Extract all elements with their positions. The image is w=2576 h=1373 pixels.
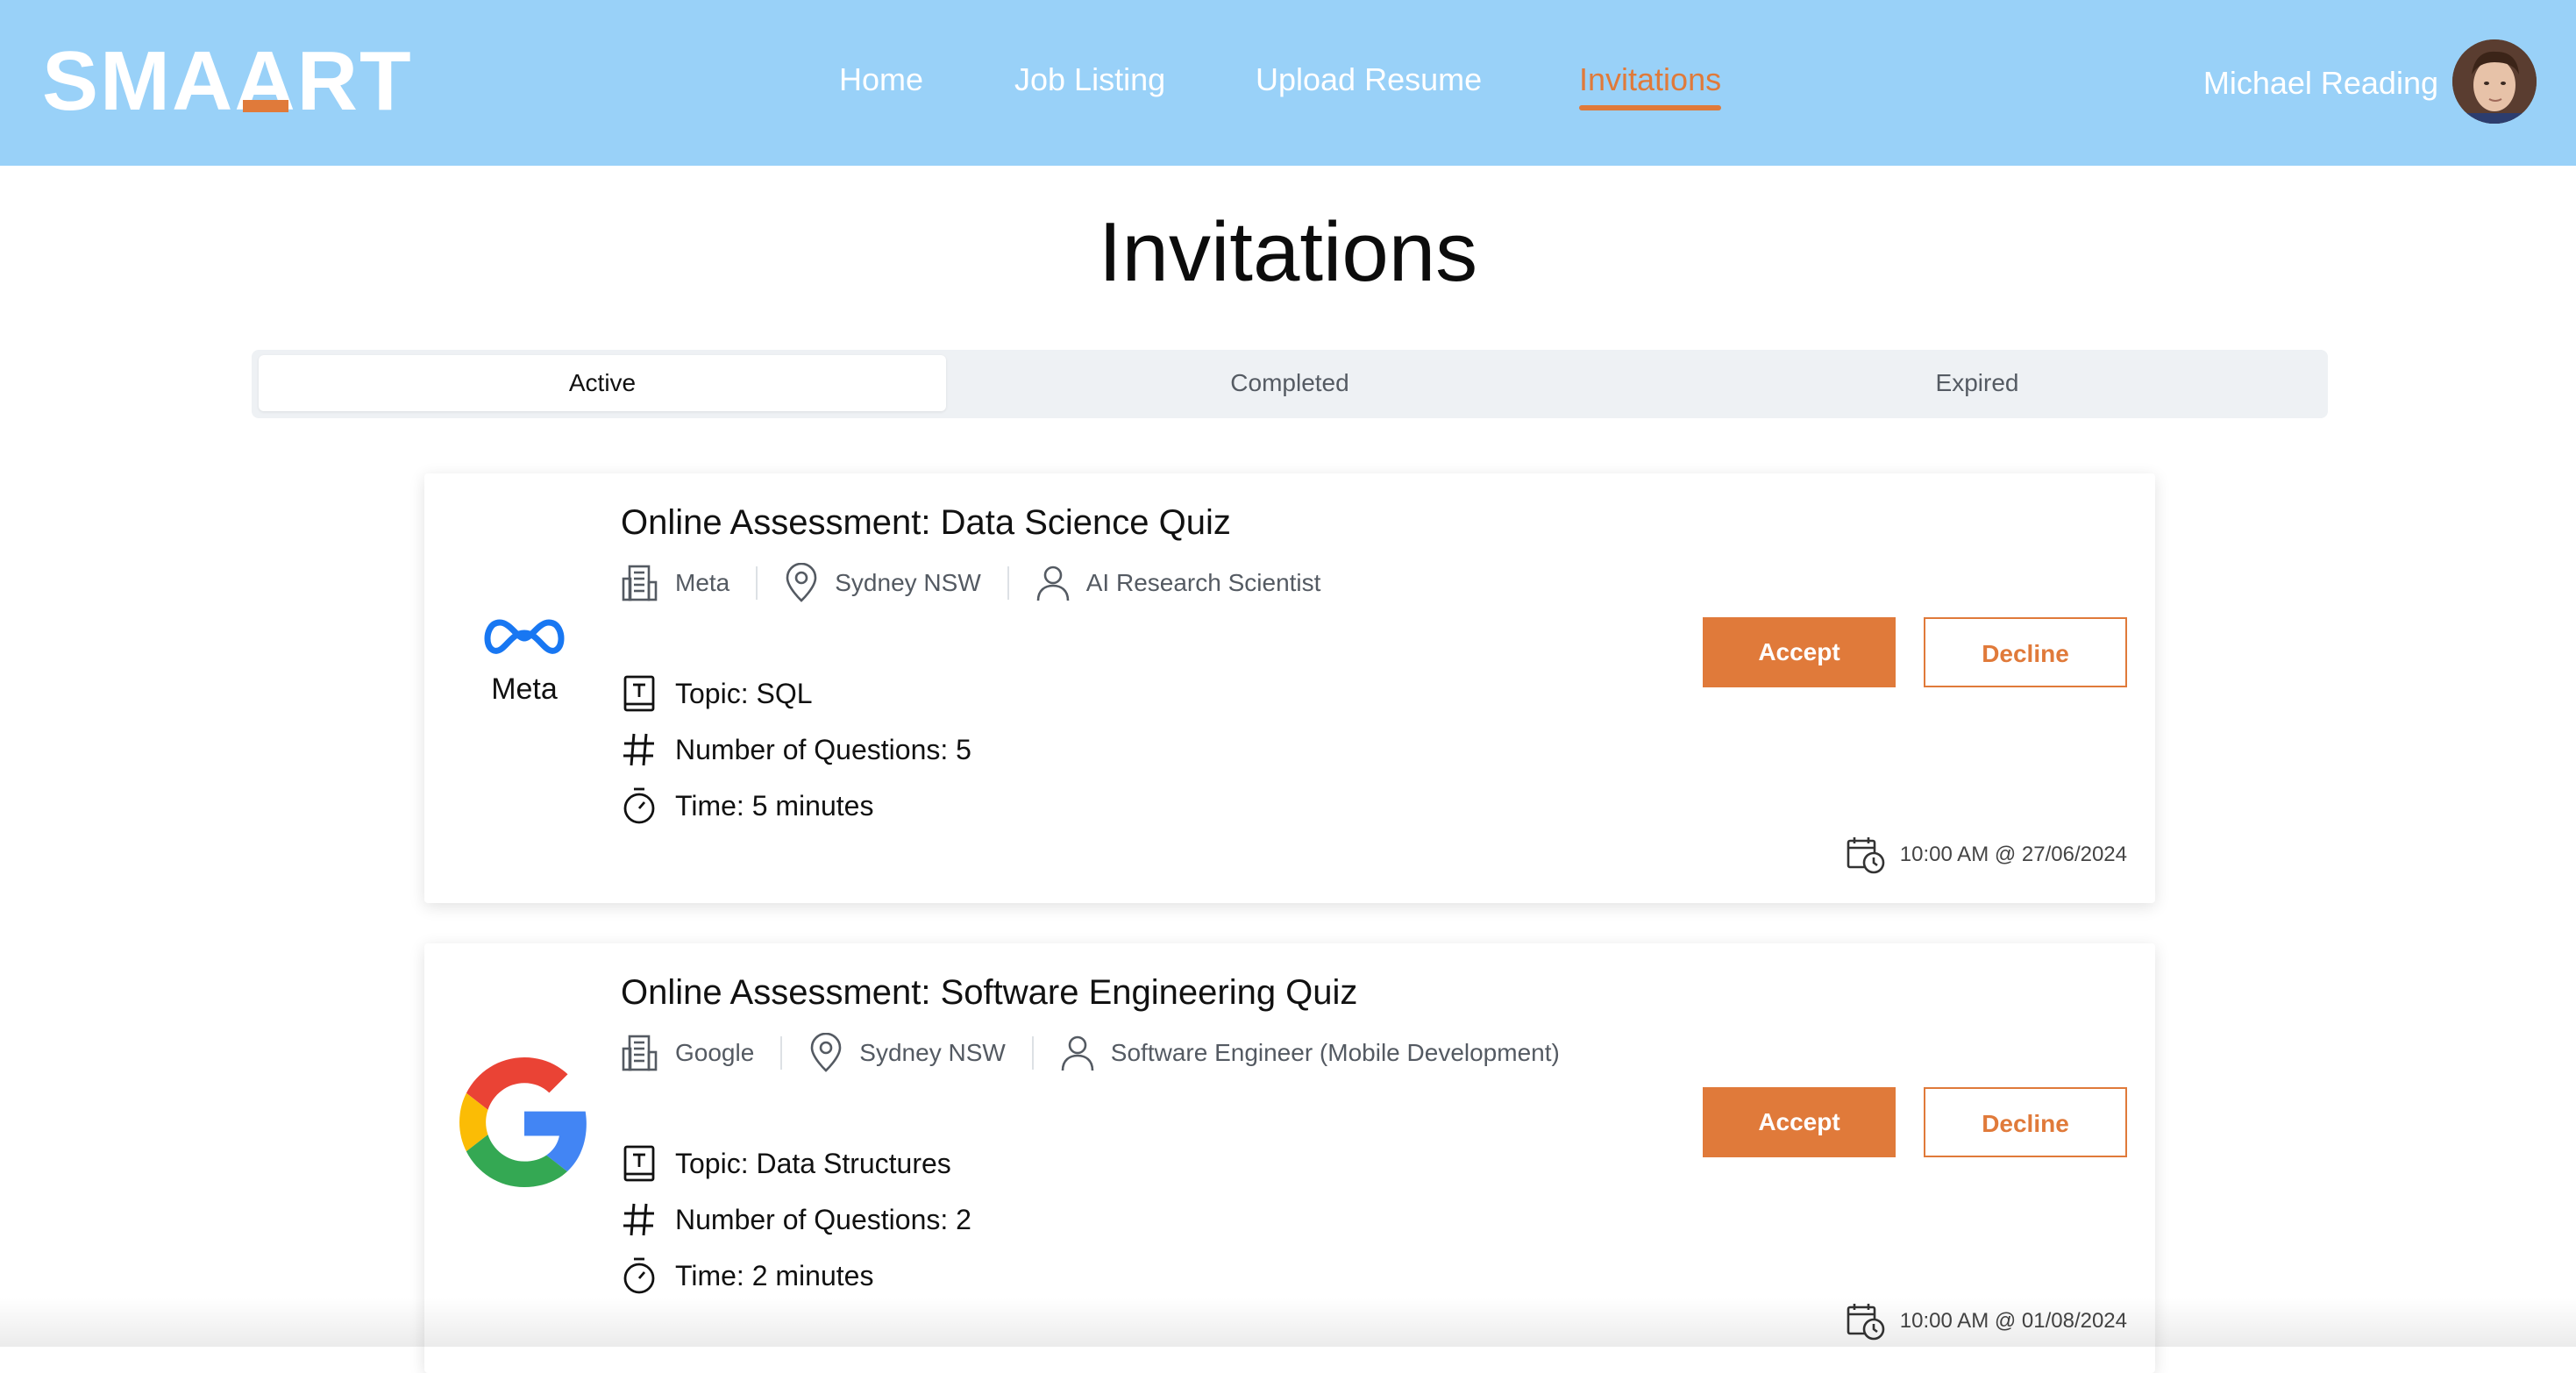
role-text: Software Engineer (Mobile Development) xyxy=(1110,1039,1560,1066)
decline-button[interactable]: Decline xyxy=(1924,617,2127,687)
nav-home[interactable]: Home xyxy=(839,58,923,102)
meta-logo: Meta xyxy=(482,614,566,707)
calendar-clock-icon xyxy=(1847,1304,1885,1341)
questions-detail: Number of Questions: 2 xyxy=(621,1198,971,1241)
person-icon xyxy=(1036,566,1070,601)
divider xyxy=(780,1036,783,1070)
person-icon xyxy=(1061,1035,1094,1071)
tab-active[interactable]: Active xyxy=(259,355,946,411)
role-text: AI Research Scientist xyxy=(1085,569,1321,596)
time-text: Time: 5 minutes xyxy=(675,789,874,822)
user-avatar[interactable] xyxy=(2452,39,2537,124)
stopwatch-icon xyxy=(623,1257,655,1294)
company-meta: Meta xyxy=(621,563,729,603)
accept-button[interactable]: Accept xyxy=(1703,617,1896,687)
role-meta: AI Research Scientist xyxy=(1035,564,1321,602)
company-name: Google xyxy=(675,1039,755,1066)
location-pin-icon xyxy=(786,563,817,602)
stopwatch-icon xyxy=(623,787,655,824)
nav-invitations[interactable]: Invitations xyxy=(1579,58,1722,110)
invitation-datetime: 10:00 AM @ 01/08/2024 xyxy=(1846,1301,2127,1341)
time-text: Time: 2 minutes xyxy=(675,1259,874,1291)
invitation-title: Online Assessment: Data Science Quiz xyxy=(621,503,1231,542)
location-text: Sydney NSW xyxy=(859,1039,1006,1066)
divider xyxy=(1031,1036,1034,1070)
invitation-card: Online Assessment: Software Engineering … xyxy=(424,943,2155,1373)
tab-expired[interactable]: Expired xyxy=(1633,355,2321,411)
invitation-datetime: 10:00 AM @ 27/06/2024 xyxy=(1846,835,2127,875)
building-icon xyxy=(622,1035,658,1071)
invitation-meta: Meta Sydney NSW AI Research Scientist xyxy=(621,561,1320,605)
google-logo xyxy=(459,1057,589,1192)
questions-detail: Number of Questions: 5 xyxy=(621,728,971,772)
invitation-meta: Google Sydney NSW Software Engineer (Mob… xyxy=(621,1031,1560,1075)
location-pin-icon xyxy=(810,1033,842,1072)
top-navbar: SMAA RT Home Job Listing Upload Resume In… xyxy=(0,0,2576,166)
time-detail: Time: 5 minutes xyxy=(621,784,873,828)
company-name: Meta xyxy=(675,569,730,596)
datetime-text: 10:00 AM @ 01/08/2024 xyxy=(1899,1309,2127,1333)
location-meta: Sydney NSW xyxy=(808,1033,1006,1073)
decline-button[interactable]: Decline xyxy=(1924,1087,2127,1157)
invitation-status-tabs: Active Completed Expired xyxy=(252,350,2328,418)
hash-icon xyxy=(623,1203,654,1236)
calendar-clock-icon xyxy=(1847,837,1885,874)
invitation-title: Online Assessment: Software Engineering … xyxy=(621,973,1358,1012)
company-meta: Google xyxy=(621,1033,754,1073)
tab-completed[interactable]: Completed xyxy=(946,355,1633,411)
user-name[interactable]: Michael Reading xyxy=(2203,61,2438,105)
nav-job-listing[interactable]: Job Listing xyxy=(1014,58,1165,102)
building-icon xyxy=(622,565,658,601)
topic-text: Topic: Data Structures xyxy=(675,1147,951,1179)
meta-logo-text: Meta xyxy=(491,672,558,706)
questions-text: Number of Questions: 5 xyxy=(675,733,971,765)
topic-detail: Topic: Data Structures xyxy=(621,1142,951,1185)
questions-text: Number of Questions: 2 xyxy=(675,1203,971,1235)
hash-icon xyxy=(623,733,654,766)
book-icon xyxy=(623,1145,655,1182)
datetime-text: 10:00 AM @ 27/06/2024 xyxy=(1899,843,2127,866)
time-detail: Time: 2 minutes xyxy=(621,1254,873,1298)
divider xyxy=(756,566,758,600)
nav-upload-resume[interactable]: Upload Resume xyxy=(1256,58,1482,102)
role-meta: Software Engineer (Mobile Development) xyxy=(1060,1034,1560,1072)
location-meta: Sydney NSW xyxy=(784,563,981,603)
location-text: Sydney NSW xyxy=(835,569,981,596)
book-icon xyxy=(623,675,655,712)
accept-button[interactable]: Accept xyxy=(1703,1087,1896,1157)
topic-text: Topic: SQL xyxy=(675,677,813,709)
divider xyxy=(1007,566,1009,600)
smaart-logo[interactable]: SMAA RT xyxy=(42,33,413,130)
page-title: Invitations xyxy=(1098,205,1478,299)
invitation-card: Meta Online Assessment: Data Science Qui… xyxy=(424,473,2155,903)
topic-detail: Topic: SQL xyxy=(621,672,813,715)
